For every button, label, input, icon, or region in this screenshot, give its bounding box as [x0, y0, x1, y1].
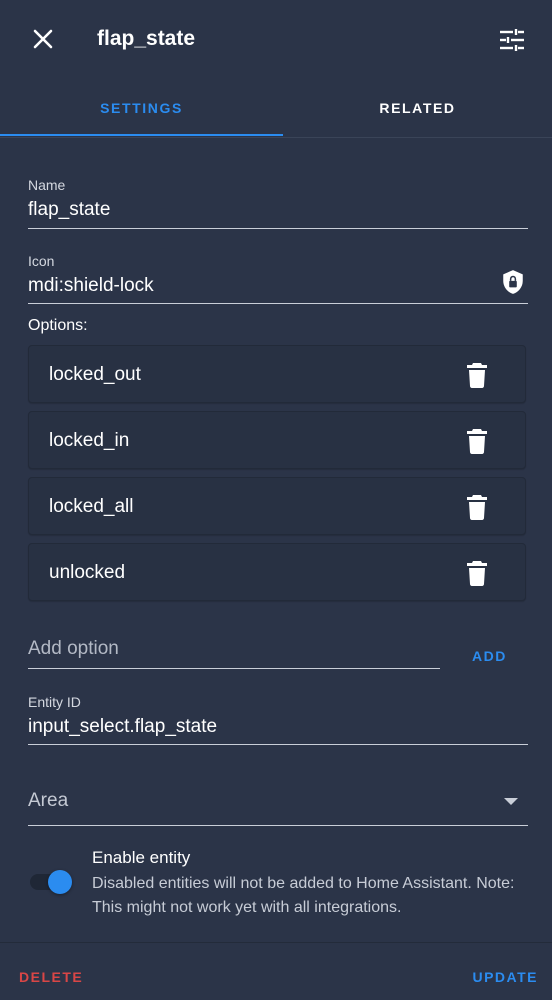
- dropdown-arrow-icon: [504, 798, 518, 805]
- enable-entity-description: Disabled entities will not be added to H…: [92, 875, 515, 916]
- option-item: unlocked: [28, 543, 526, 601]
- name-field-label: Name: [28, 177, 66, 193]
- option-label: locked_in: [49, 430, 130, 451]
- add-option-input[interactable]: [28, 638, 440, 660]
- entity-id-label: Entity ID: [28, 694, 81, 710]
- entity-id-value[interactable]: input_select.flap_state: [28, 716, 528, 738]
- area-select-label: Area: [28, 790, 69, 811]
- active-tab-indicator: [0, 134, 283, 136]
- add-option-button[interactable]: ADD: [472, 648, 507, 664]
- tune-icon: [500, 29, 524, 51]
- entity-id-field[interactable]: Entity ID input_select.flap_state: [28, 694, 528, 745]
- area-select[interactable]: Area: [28, 790, 528, 826]
- option-item: locked_in: [28, 411, 526, 469]
- options-label: Options:: [28, 317, 88, 334]
- close-button[interactable]: [26, 22, 60, 56]
- icon-field-value[interactable]: mdi:shield-lock: [28, 275, 528, 297]
- dialog-header: flap_state: [0, 0, 552, 80]
- name-field-value[interactable]: flap_state: [28, 199, 528, 221]
- close-icon: [33, 29, 53, 49]
- update-button[interactable]: UPDATE: [472, 969, 538, 985]
- advanced-settings-button[interactable]: [494, 22, 530, 58]
- enable-entity-title: Enable entity: [92, 848, 191, 867]
- dialog-title: flap_state: [97, 27, 196, 50]
- delete-button[interactable]: DELETE: [19, 969, 83, 985]
- option-label: locked_all: [49, 496, 134, 517]
- name-field-underline: [28, 228, 528, 229]
- entity-settings-dialog: flap_state SETTINGS RELATED Name flap_st…: [0, 0, 552, 1000]
- option-item: locked_out: [28, 345, 526, 403]
- tab-related[interactable]: RELATED: [283, 80, 552, 136]
- shield-lock-icon: [503, 270, 523, 294]
- delete-option-icon[interactable]: [465, 560, 489, 586]
- entity-id-underline: [28, 744, 528, 745]
- tab-bar: SETTINGS RELATED: [0, 80, 552, 138]
- option-label: unlocked: [49, 562, 126, 583]
- option-label: locked_out: [49, 364, 141, 385]
- enable-entity-toggle[interactable]: [28, 869, 72, 895]
- icon-field-label: Icon: [28, 253, 55, 269]
- option-item: locked_all: [28, 477, 526, 535]
- icon-field-underline: [28, 303, 528, 304]
- delete-option-icon[interactable]: [465, 494, 489, 520]
- delete-option-icon[interactable]: [465, 362, 489, 388]
- tab-settings[interactable]: SETTINGS: [0, 80, 283, 136]
- delete-option-icon[interactable]: [465, 428, 489, 454]
- area-select-underline: [28, 825, 528, 826]
- name-field[interactable]: Name flap_state: [28, 177, 528, 229]
- toggle-thumb: [48, 870, 72, 894]
- dialog-footer: DELETE UPDATE: [0, 942, 552, 1000]
- icon-field[interactable]: Icon mdi:shield-lock: [28, 253, 528, 304]
- add-option-underline: [28, 668, 440, 669]
- add-option-field: [28, 638, 440, 669]
